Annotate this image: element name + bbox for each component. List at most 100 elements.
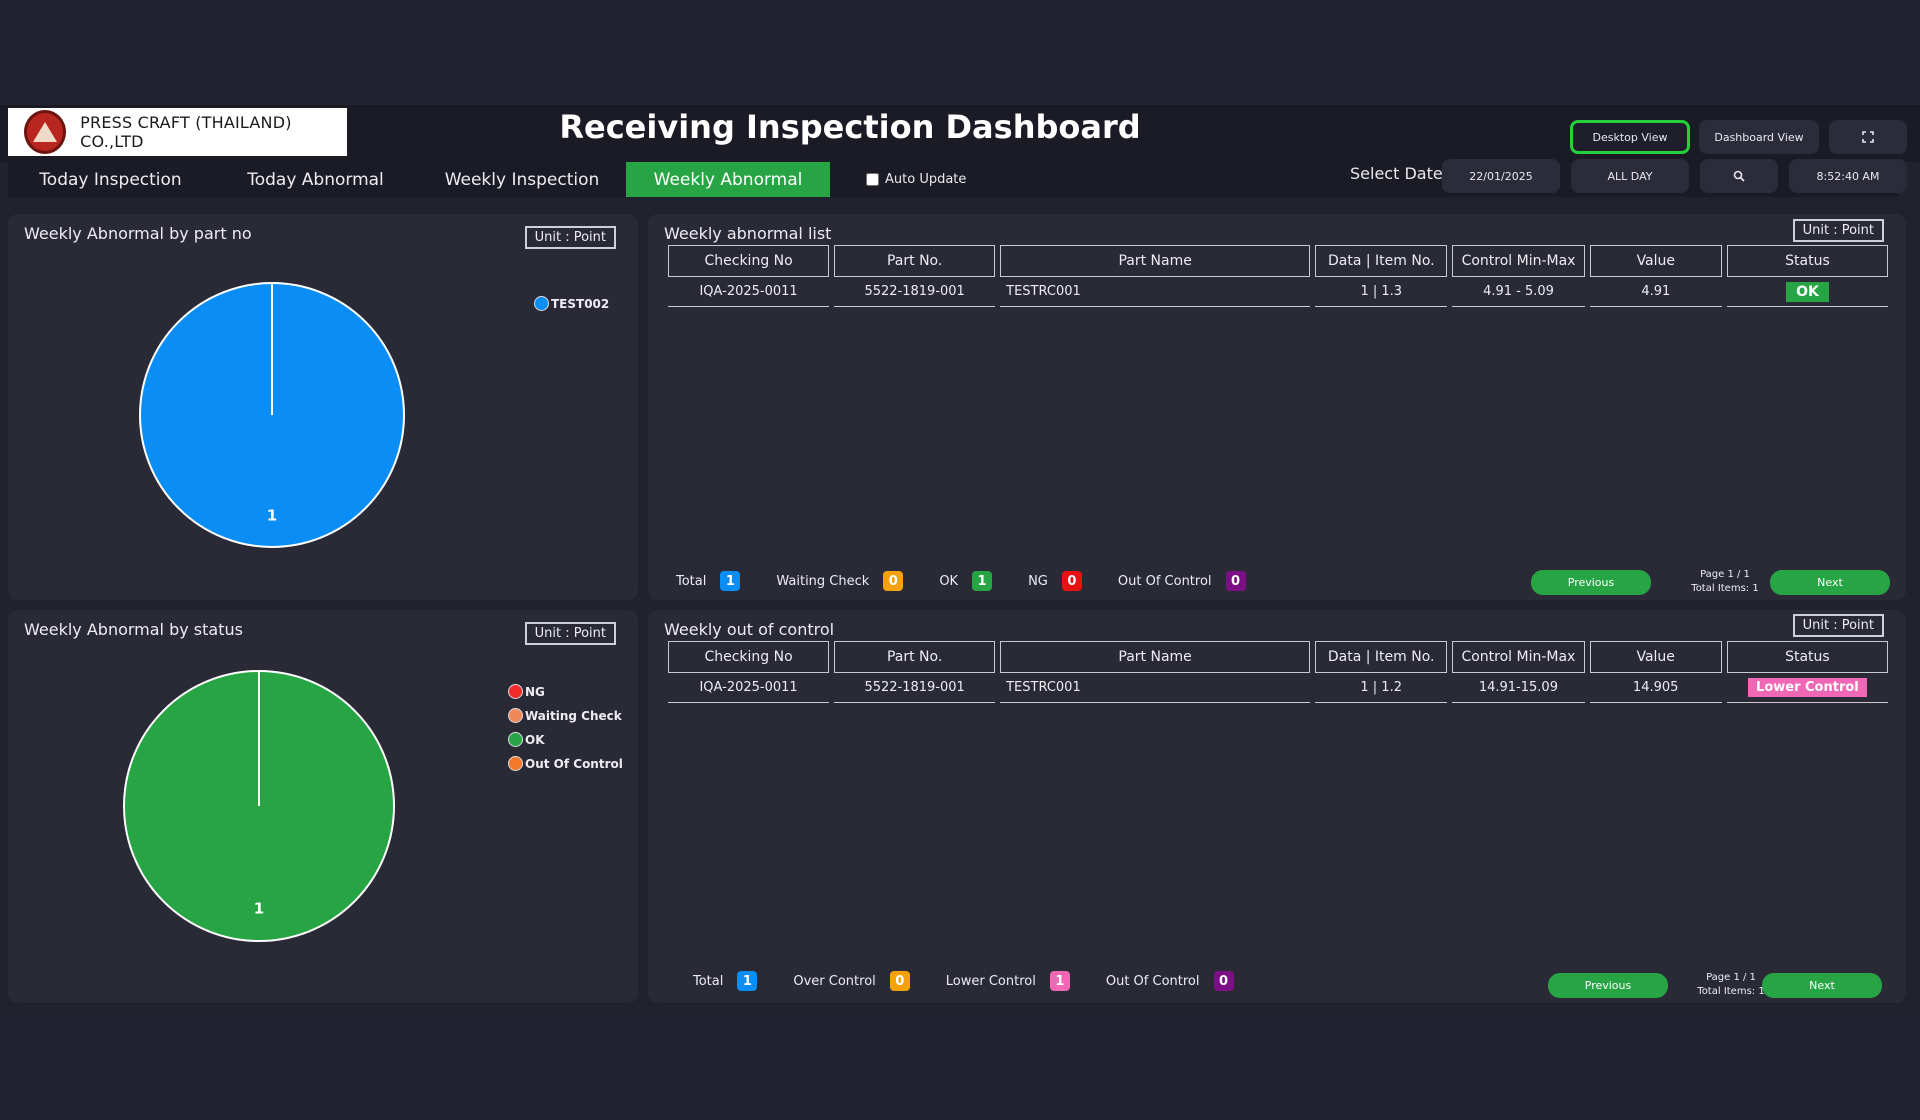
tab-today-inspection[interactable]: Today Inspection (8, 162, 213, 197)
column-header: Part Name (1000, 641, 1311, 673)
summary-count: 0 (1061, 571, 1082, 591)
summary-count: 0 (1225, 571, 1246, 591)
tab-weekly-inspection[interactable]: Weekly Inspection (418, 162, 626, 197)
cell-status: Lower Control (1726, 673, 1888, 703)
auto-update-toggle[interactable]: Auto Update (866, 168, 966, 190)
cell-part-name: TESTRC001 (1000, 277, 1311, 307)
column-header: Part Name (1000, 245, 1311, 277)
next-button[interactable]: Next (1762, 973, 1882, 998)
legend-item-out-of-control[interactable]: Out Of Control (508, 756, 623, 771)
status-badge: OK (1786, 281, 1829, 302)
summary-label: Lower Control (945, 973, 1036, 989)
cell-checking-no: IQA-2025-0011 (668, 277, 830, 307)
top-band (0, 0, 1920, 105)
legend-item-ok[interactable]: OK (508, 732, 545, 747)
cell-data-item: 1 | 1.2 (1315, 673, 1448, 703)
table-row[interactable]: IQA-2025-0011 5522-1819-001 TESTRC001 1 … (668, 673, 1888, 703)
legend-label: TEST002 (551, 296, 610, 311)
legend-dot (508, 708, 523, 723)
auto-update-checkbox[interactable] (866, 172, 879, 186)
legend-dot (508, 756, 523, 771)
cell-control: 4.91 - 5.09 (1452, 277, 1585, 307)
current-time: 8:52:40 AM (1789, 159, 1907, 193)
summary-count: 1 (720, 571, 741, 591)
summary-label: Total (693, 973, 724, 989)
pagination-info: Page 1 / 1 Total Items: 1 (1675, 568, 1775, 596)
panel-abnormal-by-part: Weekly Abnormal by part no Unit : Point … (8, 214, 638, 600)
column-header: Checking No (668, 641, 830, 673)
cell-part-no: 5522-1819-001 (834, 673, 996, 703)
period-select[interactable]: ALL DAY (1571, 159, 1689, 193)
pie-data-label: 1 (267, 506, 277, 524)
column-header: Value (1589, 245, 1722, 277)
tab-today-abnormal[interactable]: Today Abnormal (213, 162, 418, 197)
date-picker[interactable]: 22/01/2025 (1442, 159, 1560, 193)
column-header: Data | Item No. (1315, 641, 1448, 673)
panel-out-of-control: Weekly out of control Unit : Point Check… (648, 610, 1906, 1003)
panel-abnormal-by-status: Weekly Abnormal by status Unit : Point 1… (8, 610, 638, 1003)
summary-label: Total (676, 573, 707, 589)
summary-count: 1 (1049, 971, 1070, 991)
column-header: Status (1726, 641, 1888, 673)
summary-label: OK (939, 573, 959, 589)
cell-value: 4.91 (1589, 277, 1722, 307)
cell-data-item: 1 | 1.3 (1315, 277, 1448, 307)
cell-status: OK (1726, 277, 1888, 307)
abnormal-summary: Total 1 Waiting Check 0 OK 1 NG 0 Out Of… (676, 571, 1282, 591)
panel-abnormal-list: Weekly abnormal list Unit : Point Checki… (648, 214, 1906, 600)
legend-item-test002[interactable]: TEST002 (534, 296, 609, 311)
cell-part-no: 5522-1819-001 (834, 277, 996, 307)
legend-dot (508, 732, 523, 747)
page-indicator: Page 1 / 1 (1700, 569, 1750, 580)
legend-item-waiting-check[interactable]: Waiting Check (508, 708, 622, 723)
cell-checking-no: IQA-2025-0011 (668, 673, 830, 703)
summary-label: Out Of Control (1105, 973, 1200, 989)
legend-item-ng[interactable]: NG (508, 684, 545, 699)
auto-update-label: Auto Update (885, 171, 967, 187)
legend-dot (534, 296, 549, 311)
out-of-control-summary: Total 1 Over Control 0 Lower Control 1 O… (693, 971, 1270, 991)
pie-data-label: 1 (254, 900, 264, 918)
search-icon (1733, 170, 1745, 182)
desktop-view-button[interactable]: Desktop View (1570, 120, 1690, 154)
total-items: Total Items: 1 (1691, 583, 1759, 594)
summary-label: Waiting Check (776, 573, 870, 589)
previous-button[interactable]: Previous (1548, 973, 1668, 998)
pie-chart-part: 1 (139, 282, 405, 548)
summary-label: Out Of Control (1117, 573, 1212, 589)
company-name: PRESS CRAFT (THAILAND) CO.,LTD (80, 113, 292, 151)
summary-count: 1 (972, 571, 993, 591)
panel-title: Weekly abnormal list (664, 224, 832, 243)
out-of-control-table: Checking No Part No. Part Name Data | It… (663, 641, 1893, 703)
column-header: Status (1726, 245, 1888, 277)
summary-count: 0 (889, 971, 910, 991)
dashboard-view-button[interactable]: Dashboard View (1699, 120, 1819, 154)
search-button[interactable] (1700, 159, 1778, 193)
table-row[interactable]: IQA-2025-0011 5522-1819-001 TESTRC001 1 … (668, 277, 1888, 307)
status-badge: Lower Control (1748, 678, 1867, 697)
next-button[interactable]: Next (1770, 570, 1890, 595)
legend-label: Out Of Control (525, 756, 623, 771)
cell-part-name: TESTRC001 (1000, 673, 1311, 703)
legend-label: Waiting Check (525, 708, 622, 723)
summary-count: 0 (1213, 971, 1234, 991)
column-header: Checking No (668, 245, 830, 277)
previous-button[interactable]: Previous (1531, 570, 1651, 595)
summary-label: Over Control (793, 973, 876, 989)
summary-label: NG (1028, 573, 1048, 589)
column-header: Part No. (834, 245, 996, 277)
column-header: Control Min-Max (1452, 641, 1585, 673)
bottom-band (0, 1015, 1920, 1120)
legend-label: NG (525, 684, 545, 699)
company-logo-box: PRESS CRAFT (THAILAND) CO.,LTD (8, 108, 347, 156)
column-header: Part No. (834, 641, 996, 673)
page-title: Receiving Inspection Dashboard (559, 108, 1141, 146)
column-header: Value (1589, 641, 1722, 673)
legend-dot (508, 684, 523, 699)
unit-badge: Unit : Point (1792, 614, 1884, 637)
fullscreen-button[interactable] (1829, 120, 1907, 154)
summary-count: 1 (737, 971, 758, 991)
cell-control: 14.91-15.09 (1452, 673, 1585, 703)
tab-weekly-abnormal[interactable]: Weekly Abnormal (626, 162, 830, 197)
unit-badge: Unit : Point (1792, 219, 1884, 242)
